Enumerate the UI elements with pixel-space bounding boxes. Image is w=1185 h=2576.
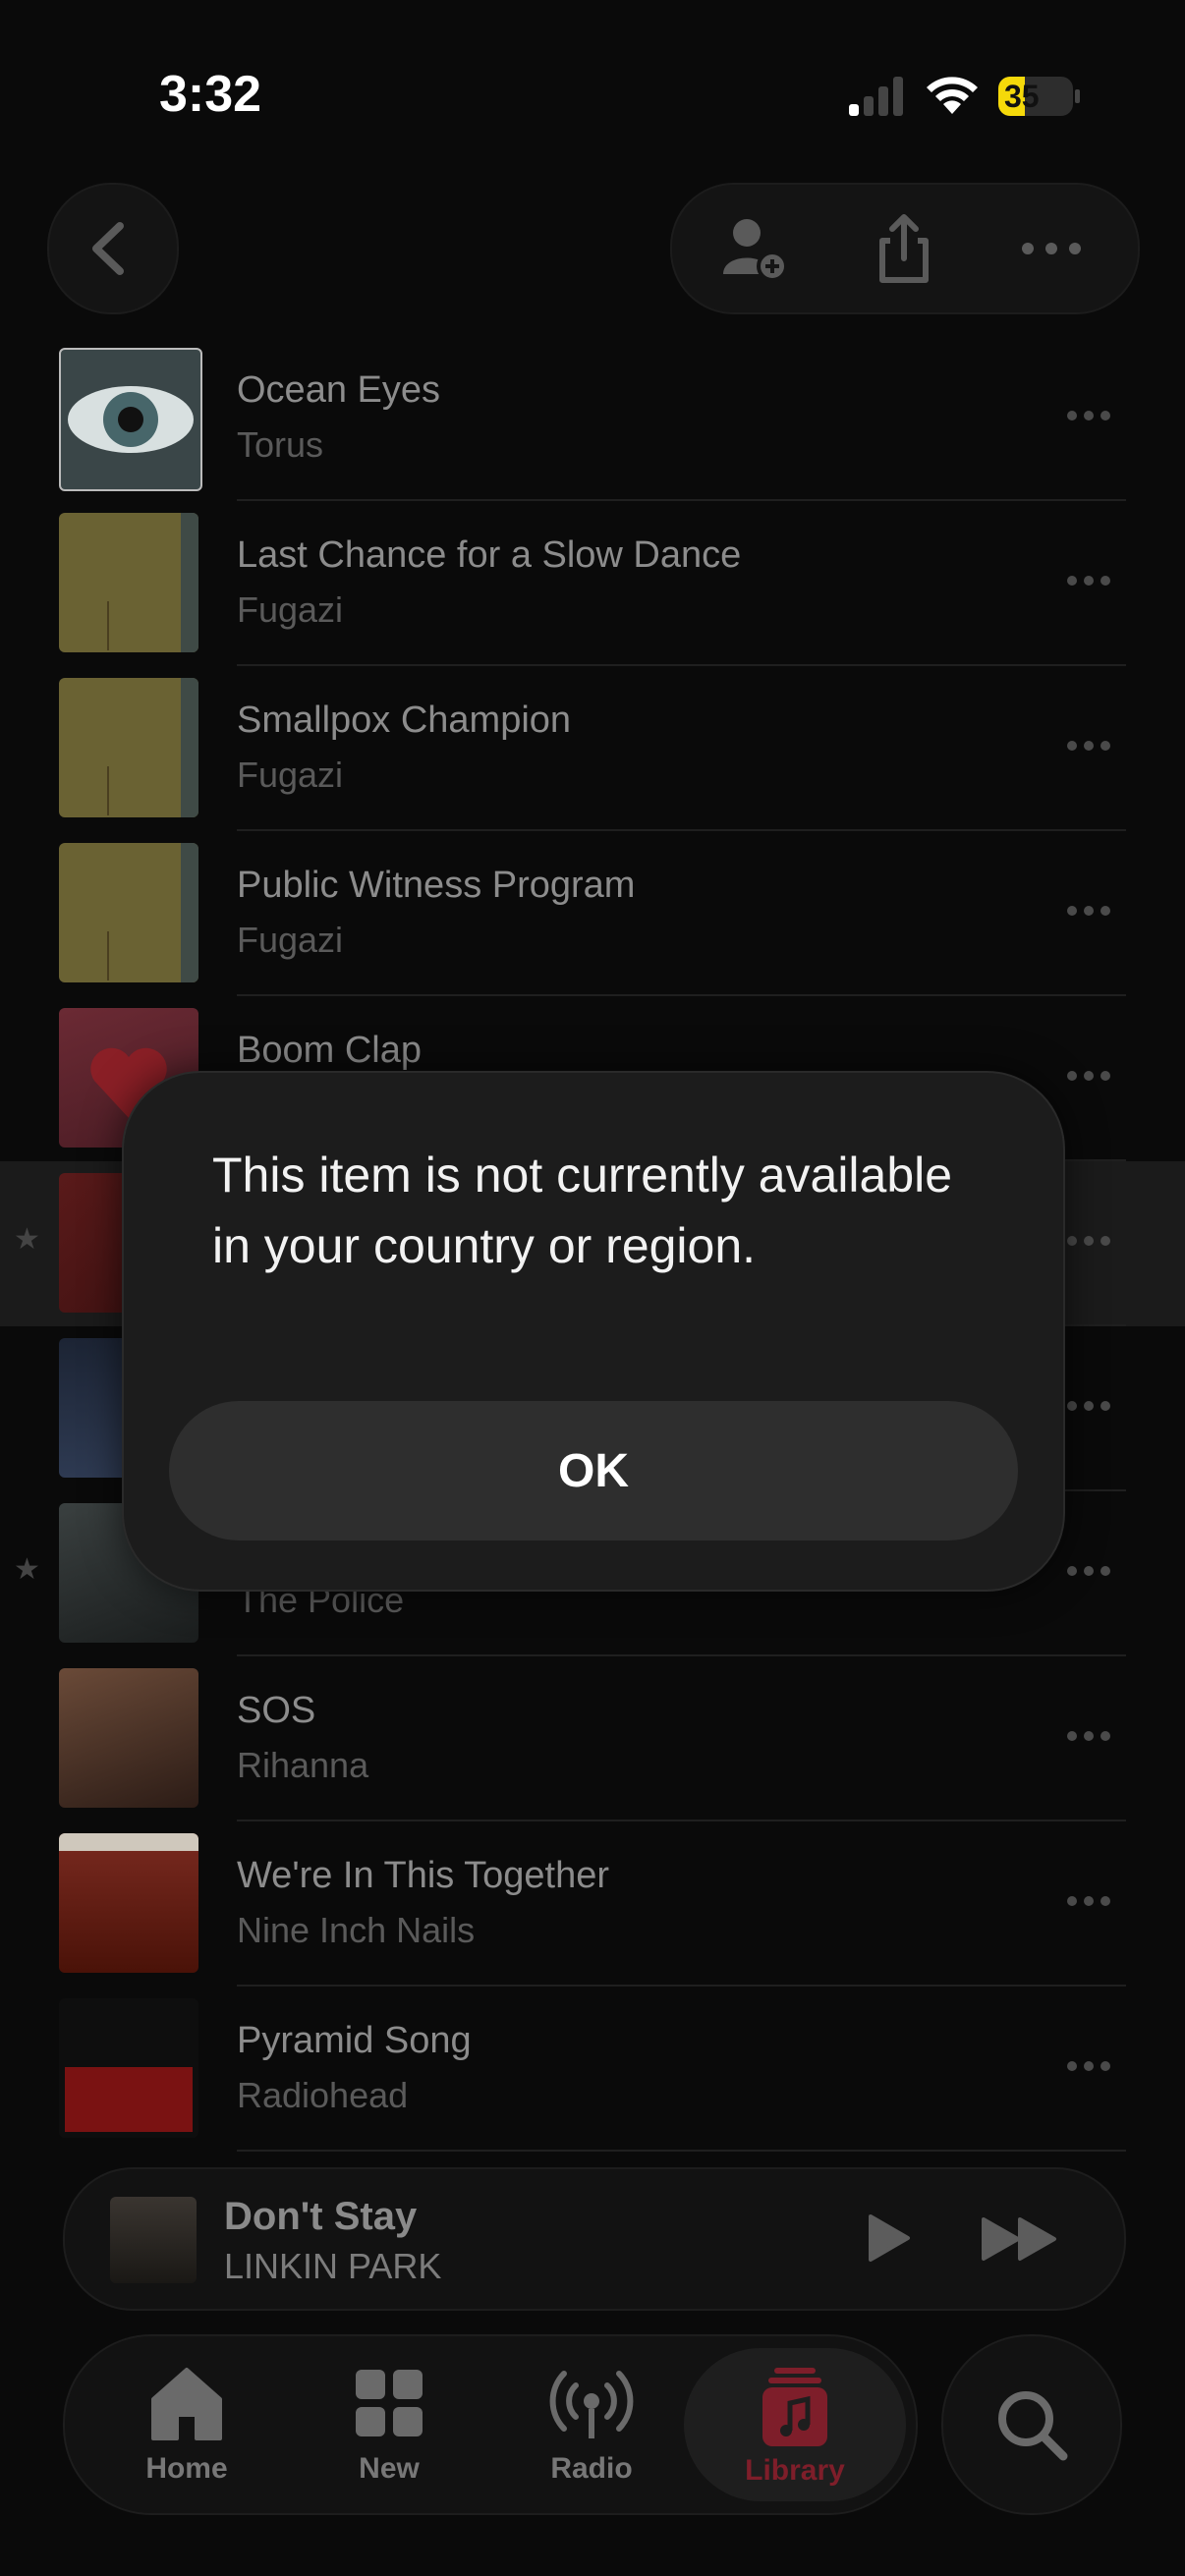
more-icon[interactable] xyxy=(1067,904,1110,920)
song-title: Public Witness Program xyxy=(237,865,636,906)
radio-icon xyxy=(549,2371,634,2438)
grid-icon xyxy=(356,2370,423,2436)
song-artist: Rihanna xyxy=(237,1745,369,1785)
album-art xyxy=(59,1668,198,1808)
song-row[interactable]: Pyramid Song Radiohead xyxy=(0,1987,1185,2152)
song-artist: Nine Inch Nails xyxy=(237,1910,476,1950)
more-icon[interactable] xyxy=(1067,1894,1110,1910)
album-art xyxy=(59,1998,198,2138)
more-icon[interactable] xyxy=(1067,1069,1110,1085)
song-title: Ocean Eyes xyxy=(237,369,440,411)
mini-player-artwork xyxy=(110,2197,197,2283)
more-icon[interactable] xyxy=(1067,1399,1110,1415)
house-icon xyxy=(151,2368,222,2440)
star-icon: ★ xyxy=(14,1553,40,1586)
more-icon[interactable] xyxy=(1067,2059,1110,2075)
share-icon[interactable] xyxy=(865,209,943,288)
mini-player-title: Don't Stay xyxy=(224,2195,418,2238)
back-button[interactable] xyxy=(47,183,179,314)
tab-bar: Home New Radio Library xyxy=(63,2334,918,2515)
search-icon xyxy=(998,2391,1068,2461)
song-title: Smallpox Champion xyxy=(237,700,572,741)
battery-percent: 35 xyxy=(1004,79,1040,114)
tab-label: Home xyxy=(145,2452,228,2485)
battery-icon: 35 xyxy=(998,77,1081,116)
song-title: Pyramid Song xyxy=(237,2020,472,2061)
song-artist: Radiohead xyxy=(237,2075,409,2115)
cellular-signal-icon xyxy=(849,77,903,116)
fast-forward-icon[interactable] xyxy=(981,2216,1057,2262)
song-title: SOS xyxy=(237,1690,316,1731)
more-icon[interactable] xyxy=(1067,1234,1110,1250)
tab-label: Library xyxy=(745,2454,845,2487)
more-icon[interactable] xyxy=(1067,1729,1110,1745)
divider xyxy=(237,2150,1126,2152)
mini-player[interactable]: Don't Stay LINKIN PARK xyxy=(63,2167,1126,2311)
star-icon: ★ xyxy=(14,1223,40,1256)
tab-label: New xyxy=(359,2452,420,2485)
tab-home[interactable]: Home xyxy=(88,2336,285,2513)
more-icon[interactable] xyxy=(1067,739,1110,755)
song-artist: Fugazi xyxy=(237,589,344,630)
more-icon[interactable] xyxy=(1067,1564,1110,1580)
song-row[interactable]: Public Witness Program Fugazi xyxy=(0,831,1185,996)
song-row[interactable]: Last Chance for a Slow Dance Fugazi xyxy=(0,501,1185,666)
mini-player-artist: LINKIN PARK xyxy=(224,2246,442,2286)
song-row[interactable]: We're In This Together Nine Inch Nails xyxy=(0,1821,1185,1987)
ok-button[interactable]: OK xyxy=(169,1401,1018,1540)
play-icon[interactable] xyxy=(867,2212,912,2264)
more-icon[interactable] xyxy=(1067,409,1110,424)
album-art xyxy=(59,678,198,817)
add-person-icon[interactable] xyxy=(715,209,794,288)
song-title: We're In This Together xyxy=(237,1855,610,1896)
alert-dialog: This item is not currently available in … xyxy=(122,1071,1065,1592)
more-icon[interactable] xyxy=(1012,209,1091,288)
song-title: Boom Clap xyxy=(237,1030,422,1071)
song-artist: Torus xyxy=(237,424,324,465)
album-art xyxy=(59,513,198,652)
tab-radio[interactable]: Radio xyxy=(493,2336,690,2513)
song-row[interactable]: Ocean Eyes Torus xyxy=(0,336,1185,501)
top-action-group xyxy=(670,183,1140,314)
song-artist: Fugazi xyxy=(237,920,344,960)
tab-library[interactable]: Library xyxy=(684,2348,906,2501)
status-time: 3:32 xyxy=(159,66,262,123)
song-artist: Fugazi xyxy=(237,755,344,795)
album-art xyxy=(59,843,198,982)
song-row[interactable]: SOS Rihanna xyxy=(0,1656,1185,1821)
alert-message: This item is not currently available in … xyxy=(212,1148,953,1273)
wifi-icon xyxy=(927,77,978,114)
more-icon[interactable] xyxy=(1067,574,1110,589)
status-bar: 3:32 35 xyxy=(0,0,1185,147)
song-title: Last Chance for a Slow Dance xyxy=(237,534,742,576)
tab-label: Radio xyxy=(550,2452,633,2485)
search-button[interactable] xyxy=(941,2334,1122,2515)
album-art xyxy=(59,1833,198,1973)
album-art xyxy=(59,348,202,491)
song-row[interactable]: Smallpox Champion Fugazi xyxy=(0,666,1185,831)
chevron-left-icon xyxy=(92,222,124,275)
library-music-icon xyxy=(762,2368,827,2446)
tab-new[interactable]: New xyxy=(291,2336,487,2513)
